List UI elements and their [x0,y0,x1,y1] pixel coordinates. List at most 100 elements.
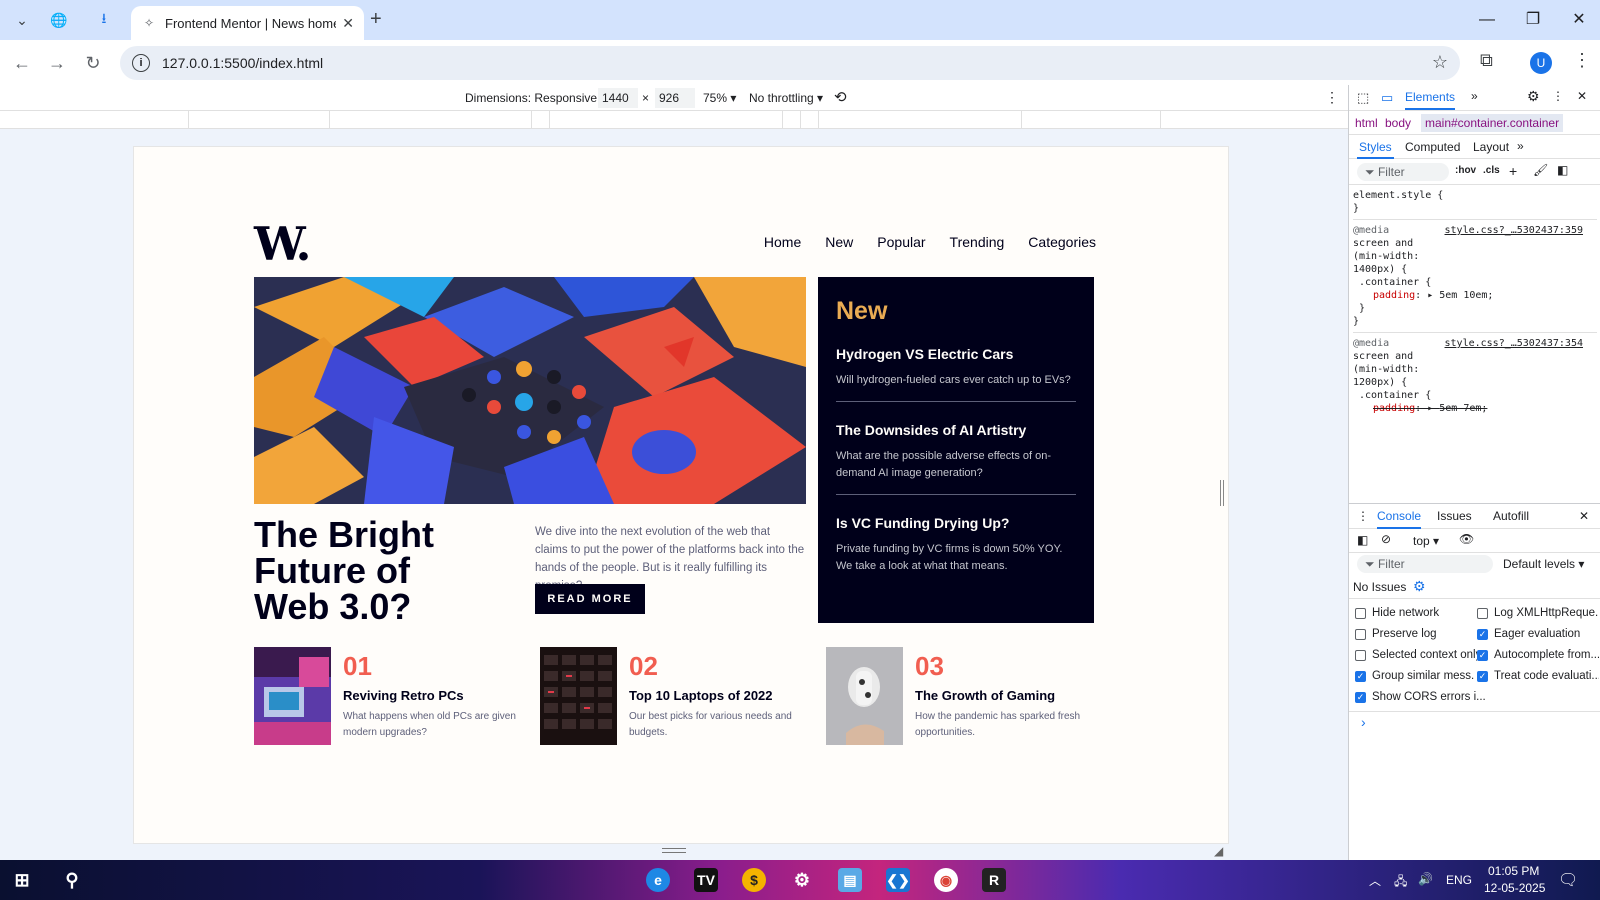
card[interactable]: 02 Top 10 Laptops of 2022 Our best picks… [540,647,810,745]
checkbox-box[interactable]: ✓ [1355,691,1366,703]
new-tab-plus-icon[interactable]: + [370,8,382,31]
tab-styles[interactable]: Styles [1357,140,1394,159]
forward-arrow-icon[interactable]: → [42,48,72,78]
log-levels-select[interactable]: Default levels ▾ [1503,557,1584,571]
tab-issues[interactable]: Issues [1437,509,1472,523]
styles-pane[interactable]: element.style { } style.css?_…5302437:35… [1349,185,1600,503]
minimize-icon[interactable]: — [1464,6,1510,34]
vscode-icon[interactable]: ❮❯ [886,868,910,892]
css-property[interactable]: padding [1373,403,1415,414]
checkbox-box[interactable]: ✓ [1477,649,1488,661]
css-value[interactable]: 5em 7em; [1439,403,1487,414]
crumb-html[interactable]: html [1355,116,1378,130]
edge-icon[interactable]: e [646,868,670,892]
checkbox-box[interactable] [1355,628,1366,640]
tab-console[interactable]: Console [1377,509,1422,529]
treat-code-eval-checkbox[interactable]: ✓ Treat code evaluati... [1477,670,1599,682]
restore-icon[interactable]: ❐ [1510,6,1556,34]
clock-time[interactable]: 01:05 PM [1488,864,1539,878]
network-icon[interactable]: 🖧 [1394,872,1407,893]
read-more-button[interactable]: READ MORE [535,584,645,614]
inspect-element-icon[interactable]: ⬚ [1357,90,1369,106]
new-article-title[interactable]: The Downsides of AI Artistry [836,422,1076,438]
chrome-icon[interactable]: ◉ [934,868,958,892]
drawer-close-icon[interactable]: ✕ [1579,509,1589,523]
toggle-sidebar-icon[interactable]: ◧ [1557,163,1568,177]
context-select[interactable]: top ▾ [1413,534,1439,548]
chrome-menu-icon[interactable]: ⋮ [1573,50,1591,71]
autocomplete-checkbox[interactable]: ✓ Autocomplete from... [1477,649,1599,661]
site-info-icon[interactable]: i [132,54,150,72]
windows-start-icon[interactable]: ⊞ [10,868,34,892]
reload-icon[interactable]: ↻ [78,48,108,78]
selected-context-checkbox[interactable]: Selected context only [1355,649,1477,661]
css-value[interactable]: 5em 10em; [1439,290,1493,301]
bottom-resize-handle[interactable] [662,848,686,853]
eager-eval-checkbox[interactable]: ✓ Eager evaluation [1477,628,1599,640]
crumb-body[interactable]: body [1385,116,1411,130]
css-source-link[interactable]: style.css?_…5302437:354 [1445,337,1583,350]
tab-computed[interactable]: Computed [1405,140,1460,154]
devtools-menu-icon[interactable]: ⋮ [1552,89,1564,103]
zoom-select[interactable]: 75% ▾ [703,91,736,105]
volume-icon[interactable]: 🔊 [1418,872,1433,886]
new-article-title[interactable]: Hydrogen VS Electric Cars [836,346,1076,362]
address-bar[interactable]: i 127.0.0.1:5500/index.html ☆ [120,46,1460,80]
console-settings-gear-icon[interactable]: ⚙ [1413,578,1426,595]
card-title[interactable]: Top 10 Laptops of 2022 [629,688,773,703]
live-expression-eye-icon[interactable]: 👁 [1459,532,1474,546]
search-icon[interactable]: ⚲ [60,868,84,892]
height-input[interactable]: 926 [655,88,695,108]
tab-search-chevron-icon[interactable]: ⌄ [8,6,36,34]
console-filter-input[interactable]: ⏷ Filter [1357,555,1493,573]
card[interactable]: 01 Reviving Retro PCs What happens when … [254,647,524,745]
language-indicator[interactable]: ENG [1446,873,1472,887]
more-subtabs-icon[interactable]: » [1517,139,1524,153]
settings-gear-icon[interactable]: ⚙ [790,868,814,892]
drawer-menu-icon[interactable]: ⋮ [1357,509,1369,523]
new-rule-plus-icon[interactable]: + [1509,163,1517,179]
download-icon[interactable]: ⭳ [90,6,118,34]
new-article[interactable]: Hydrogen VS Electric Cars Will hydrogen-… [836,346,1076,402]
card-title[interactable]: The Growth of Gaming [915,688,1055,703]
group-similar-checkbox[interactable]: ✓ Group similar mess... [1355,670,1475,682]
throttling-select[interactable]: No throttling ▾ [749,91,823,105]
media-query-ruler[interactable] [0,111,1348,129]
styles-filter-input[interactable]: ⏷ Filter [1357,163,1449,181]
extensions-puzzle-icon[interactable]: ⧉ [1480,50,1493,71]
nav-popular[interactable]: Popular [877,234,925,250]
width-input[interactable]: 1440 [598,88,638,108]
nav-home[interactable]: Home [764,234,801,250]
dimensions-select[interactable]: Dimensions: Responsive ▾ [465,91,606,105]
hide-network-checkbox[interactable]: Hide network [1355,607,1475,619]
clock-date[interactable]: 12-05-2025 [1484,881,1545,895]
back-arrow-icon[interactable]: ← [7,48,37,78]
hov-toggle[interactable]: :hov [1455,165,1476,176]
device-more-icon[interactable]: ⋮ [1325,89,1339,106]
nav-categories[interactable]: Categories [1028,234,1096,250]
console-sidebar-icon[interactable]: ◧ [1357,533,1368,547]
new-article[interactable]: The Downsides of AI Artistry What are th… [836,422,1076,495]
settings-gear-icon[interactable]: ⚙ [1527,88,1540,105]
more-panels-icon[interactable]: » [1471,89,1478,103]
checkbox-box[interactable] [1477,607,1488,619]
checkbox-box[interactable]: ✓ [1355,670,1366,682]
rotate-icon[interactable]: ⟲ [834,88,847,106]
file-explorer-icon[interactable]: ▤ [838,868,862,892]
clear-console-icon[interactable]: ⊘ [1381,532,1391,546]
new-article-title[interactable]: Is VC Funding Drying Up? [836,515,1076,531]
preserve-log-checkbox[interactable]: Preserve log [1355,628,1475,640]
profile-avatar[interactable]: U [1530,52,1552,74]
card-title[interactable]: Reviving Retro PCs [343,688,464,703]
tradingview-icon[interactable]: TV [694,868,718,892]
card[interactable]: 03 The Growth of Gaming How the pandemic… [826,647,1096,745]
notification-icon[interactable]: 🗨 [1558,870,1578,890]
checkbox-box[interactable]: ✓ [1477,670,1488,682]
terminal-app-icon[interactable]: R [982,868,1006,892]
checkbox-box[interactable] [1355,649,1366,661]
window-close-icon[interactable]: ✕ [1556,6,1600,34]
tab-autofill[interactable]: Autofill [1493,509,1529,523]
console-prompt[interactable]: › [1361,714,1366,730]
paint-brush-icon[interactable]: 🖌 [1533,163,1548,177]
crumb-main[interactable]: main#container.container [1421,114,1564,132]
